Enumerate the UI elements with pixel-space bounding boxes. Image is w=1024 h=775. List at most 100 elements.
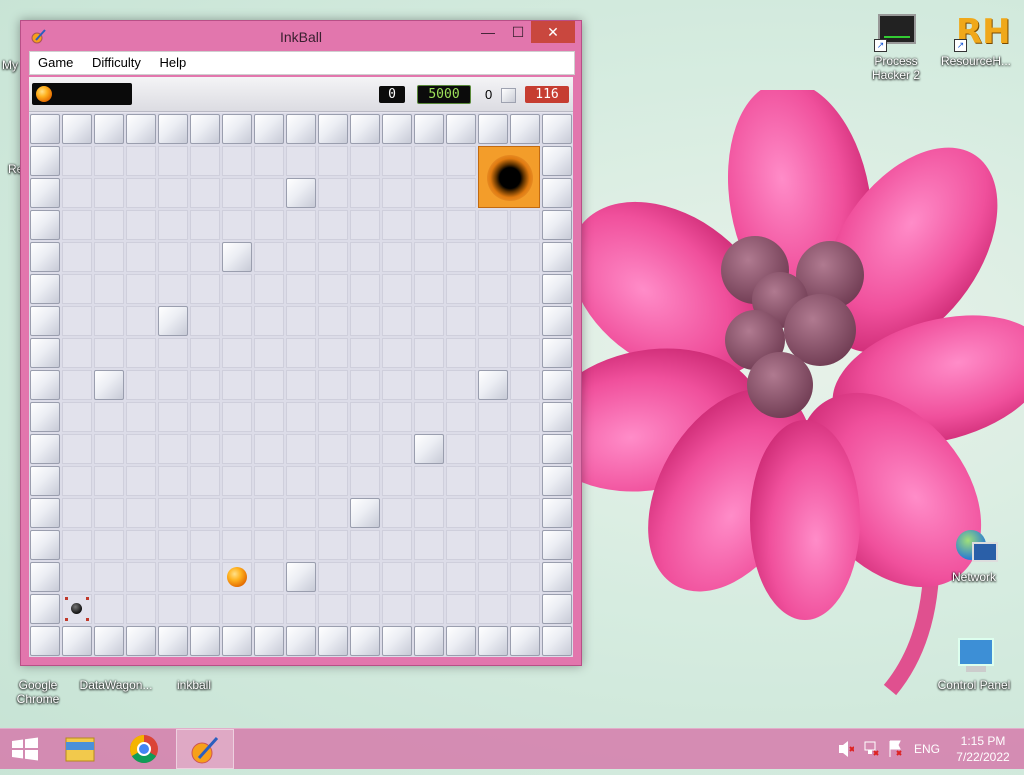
wall-block [350,114,380,144]
floor-tile [478,402,508,432]
floor-tile [126,466,156,496]
floor-tile [382,146,412,176]
menu-help[interactable]: Help [152,52,194,70]
title-bar[interactable]: InkBall — ☐ ✕ [21,21,581,51]
taskbar: ENG 1:15 PM 7/22/2022 [0,728,1024,769]
network-tray-icon[interactable] [862,729,880,769]
floor-tile [414,146,444,176]
desktop-icon-network[interactable]: Network [934,528,1014,584]
wall-block [446,114,476,144]
floor-tile [222,466,252,496]
floor-tile [190,210,220,240]
floor-tile [222,370,252,400]
floor-tile [318,338,348,368]
taskbar-clock[interactable]: 1:15 PM 7/22/2022 [948,733,1018,765]
menu-difficulty[interactable]: Difficulty [84,52,148,70]
floor-tile [286,274,316,304]
floor-tile [222,434,252,464]
wall-block [510,114,540,144]
resource-hacker-icon: RH ↗ [954,12,1011,52]
floor-tile [510,338,540,368]
floor-tile [286,306,316,336]
floor-tile [126,370,156,400]
floor-tile [190,530,220,560]
control-panel-icon [952,636,996,676]
taskbar-chrome[interactable] [116,729,174,769]
volume-muted-icon[interactable] [836,729,855,769]
close-button[interactable]: ✕ [531,21,575,43]
floor-tile [286,594,316,624]
floor-tile [350,242,380,272]
floor-tile [126,498,156,528]
desktop-icon-resource-hacker[interactable]: RH ↗ ResourceH... [936,12,1016,68]
floor-tile [190,178,220,208]
floor-tile [350,210,380,240]
desktop-icon-process-hacker[interactable]: ↗ Process Hacker 2 [856,12,936,82]
taskbar-inkball[interactable] [176,729,234,769]
floor-tile [222,178,252,208]
floor-tile [254,274,284,304]
floor-tile [478,306,508,336]
floor-tile [94,242,124,272]
floor-tile [158,178,188,208]
floor-tile [126,242,156,272]
floor-tile [158,466,188,496]
floor-tile [254,402,284,432]
wall-block [478,114,508,144]
wall-block [190,626,220,656]
floor-tile [222,338,252,368]
floor-tile [318,242,348,272]
wall-block [30,562,60,592]
wall-block [126,626,156,656]
wall-block [30,306,60,336]
floor-tile [158,242,188,272]
floor-tile [286,434,316,464]
floor-tile [126,210,156,240]
wall-block [286,562,316,592]
wall-block [158,114,188,144]
floor-tile [414,562,444,592]
wall-block [542,434,572,464]
floor-tile [158,562,188,592]
floor-tile [350,306,380,336]
inkball-taskbar-icon [191,736,219,764]
floor-tile [382,178,412,208]
floor-tile [190,402,220,432]
floor-tile [286,210,316,240]
google-chrome-label: Google Chrome [16,678,60,706]
wall-block [542,530,572,560]
floor-tile [286,466,316,496]
wall-block [30,242,60,272]
floor-tile [254,178,284,208]
minimize-button[interactable]: — [473,21,503,43]
floor-tile [126,306,156,336]
floor-tile [94,594,124,624]
start-button[interactable] [0,729,58,769]
network-icon [952,528,998,568]
action-center-icon[interactable] [886,729,904,769]
taskbar-file-explorer[interactable] [58,729,116,769]
wall-block [414,434,444,464]
floor-tile [510,434,540,464]
floor-tile [158,370,188,400]
floor-tile [382,466,412,496]
floor-tile [222,146,252,176]
maximize-button[interactable]: ☐ [503,21,533,43]
desktop-icon-control-panel[interactable]: Control Panel [934,636,1014,692]
floor-tile [190,242,220,272]
floor-tile [446,594,476,624]
wall-block [542,114,572,144]
playfield[interactable] [29,113,573,657]
floor-tile [254,370,284,400]
floor-tile [94,498,124,528]
menu-game[interactable]: Game [30,52,80,70]
floor-tile [350,146,380,176]
floor-tile [62,146,92,176]
floor-tile [318,210,348,240]
floor-tile [222,210,252,240]
language-indicator[interactable]: ENG [914,742,940,756]
wall-block [30,370,60,400]
floor-tile [382,530,412,560]
floor-tile [318,274,348,304]
floor-tile [126,274,156,304]
